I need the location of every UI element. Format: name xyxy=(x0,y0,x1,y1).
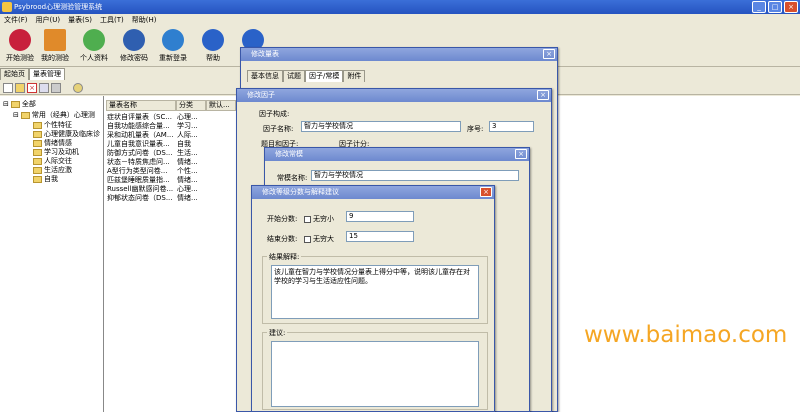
main-tabs: 起始页 量表管理 xyxy=(0,68,65,80)
menu-user[interactable]: 用户(U) xyxy=(36,14,61,27)
tab-questions[interactable]: 试题 xyxy=(283,70,305,82)
column-header-category[interactable]: 分类 xyxy=(176,100,206,111)
help-icon xyxy=(202,29,224,51)
start-test-button[interactable]: 开始测验 xyxy=(0,29,40,65)
house-icon xyxy=(44,29,66,51)
refresh-icon xyxy=(162,29,184,51)
end-infinite-checkbox[interactable]: 无穷大 xyxy=(304,234,334,244)
scale-tabs: 基本信息 试题 因子/常模 附件 xyxy=(247,70,366,82)
tab-scale-management[interactable]: 量表管理 xyxy=(29,68,65,80)
new-icon[interactable] xyxy=(3,83,13,93)
menu-tools[interactable]: 工具(T) xyxy=(100,14,124,27)
folder-icon xyxy=(33,166,42,174)
tree-group[interactable]: ⊟ 常用（经典）心理测 xyxy=(13,110,95,120)
folder-icon xyxy=(33,139,42,147)
folder-icon xyxy=(33,130,42,138)
dialog-title-bar: 修改等级分数与解释建议 × xyxy=(252,186,494,199)
column-header-default[interactable]: 默认... xyxy=(206,100,236,111)
user-key-icon xyxy=(123,29,145,51)
factor-section-label: 因子构成: xyxy=(259,110,290,118)
folder-icon xyxy=(10,100,20,108)
advice-textarea[interactable] xyxy=(271,341,479,407)
relogin-button[interactable]: 重新登录 xyxy=(153,29,193,65)
folder-icon xyxy=(33,121,42,129)
close-icon[interactable]: × xyxy=(480,187,492,197)
category-tree: ⊟ 全部 ⊟ 常用（经典）心理测 个性特征 心理健康及临床诊 情绪情感 学习及动机 … xyxy=(0,96,104,412)
dialog-title-bar: 修改常模 × xyxy=(265,148,529,161)
print-icon[interactable] xyxy=(51,83,61,93)
order-input[interactable]: 3 xyxy=(489,121,534,132)
minimize-icon[interactable]: _ xyxy=(752,1,766,13)
factor-name-input[interactable]: 智力与学校情况 xyxy=(301,121,461,132)
factor-name-label: 因子名称: xyxy=(263,125,294,133)
result-explanation-group: 结果解释: 该儿童在智力与学校情况分量表上得分中等，说明该儿童存在对学校的学习与… xyxy=(262,252,488,324)
folder-icon xyxy=(20,111,30,119)
edit-score-advice-dialog: 修改等级分数与解释建议 × 开始分数: 无穷小 9 结束分数: 无穷大 15 结果… xyxy=(251,185,495,412)
menu-scale[interactable]: 量表(S) xyxy=(68,14,92,27)
chat-bubble-icon xyxy=(83,29,105,51)
advice-group: 建议: xyxy=(262,328,488,410)
close-icon[interactable]: × xyxy=(515,149,527,159)
folder-icon xyxy=(33,175,42,183)
advice-label: 建议: xyxy=(267,328,288,338)
dialog-title-bar: 修改因子 × xyxy=(237,89,551,102)
start-score-input[interactable]: 9 xyxy=(346,211,414,222)
watermark: www.baimao.com xyxy=(584,322,788,348)
tree-root[interactable]: ⊟ 全部 xyxy=(3,99,36,109)
maximize-icon[interactable]: □ xyxy=(768,1,782,13)
result-explanation-textarea[interactable]: 该儿童在智力与学校情况分量表上得分中等，说明该儿童存在对学校的学习与生活适应性问… xyxy=(271,265,479,319)
app-title-bar: Psybrood心理测验管理系统 _ □ × xyxy=(0,0,800,14)
order-label: 序号: xyxy=(467,125,484,133)
edit-icon[interactable] xyxy=(39,83,49,93)
tab-attachments[interactable]: 附件 xyxy=(343,70,366,82)
tree-item[interactable]: 自我 xyxy=(33,174,58,184)
close-icon[interactable]: × xyxy=(543,49,555,59)
table-row[interactable]: 抑郁状态问卷（DS... 情绪... xyxy=(106,193,206,203)
open-icon[interactable] xyxy=(15,83,25,93)
tab-factor-norm[interactable]: 因子/常模 xyxy=(305,70,344,82)
end-score-input[interactable]: 15 xyxy=(346,231,414,242)
norm-name-input[interactable]: 智力与学校情况 xyxy=(311,170,519,181)
my-tests-button[interactable]: 我的测验 xyxy=(35,29,75,65)
heart-icon xyxy=(9,29,31,51)
help-button[interactable]: 帮助 xyxy=(193,29,233,65)
menu-file[interactable]: 文件(F) xyxy=(4,14,28,27)
start-score-label: 开始分数: xyxy=(267,215,298,223)
change-password-button[interactable]: 修改密码 xyxy=(114,29,154,65)
folder-icon xyxy=(33,148,42,156)
close-icon[interactable]: × xyxy=(537,90,549,100)
window-controls: _ □ × xyxy=(752,1,798,13)
end-score-label: 结束分数: xyxy=(267,235,298,243)
menu-help[interactable]: 帮助(H) xyxy=(132,14,157,27)
app-title: Psybrood心理测验管理系统 xyxy=(14,3,103,11)
app-icon xyxy=(2,2,12,12)
tab-start-page[interactable]: 起始页 xyxy=(0,68,29,80)
norm-name-label: 常模名称: xyxy=(277,174,308,182)
about-icon[interactable] xyxy=(73,83,83,93)
profile-button[interactable]: 个人资料 xyxy=(74,29,114,65)
folder-icon xyxy=(33,157,42,165)
menu-bar: 文件(F) 用户(U) 量表(S) 工具(T) 帮助(H) xyxy=(0,14,800,27)
dialog-title-bar: 修改量表 × xyxy=(241,48,557,61)
delete-icon[interactable]: × xyxy=(27,83,37,93)
tab-basic-info[interactable]: 基本信息 xyxy=(247,70,283,82)
column-header-name[interactable]: 量表名称 xyxy=(106,100,176,111)
table-header: 量表名称 分类 默认... xyxy=(106,100,236,111)
start-infinite-checkbox[interactable]: 无穷小 xyxy=(304,214,334,224)
close-icon[interactable]: × xyxy=(784,1,798,13)
result-explanation-label: 结果解释: xyxy=(267,252,302,262)
